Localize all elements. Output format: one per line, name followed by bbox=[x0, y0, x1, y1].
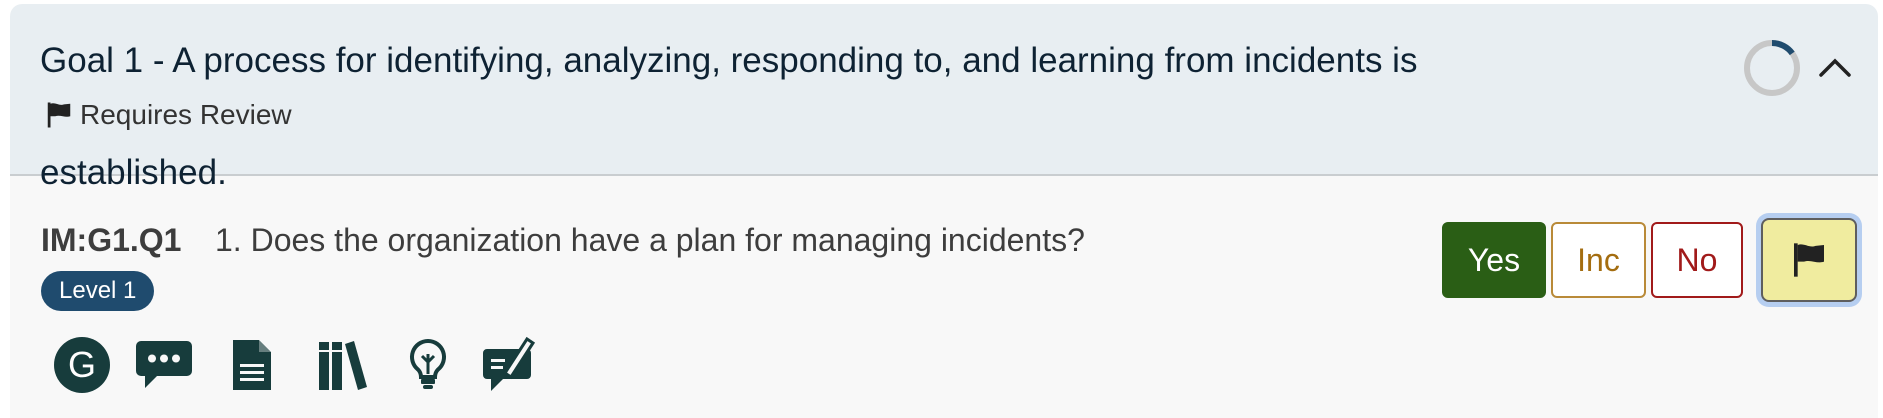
goal-title: Goal 1 - A process for identifying, anal… bbox=[40, 34, 1490, 200]
document-icon bbox=[233, 340, 271, 390]
question-text: 1. Does the organization have a plan for… bbox=[215, 222, 1085, 258]
guidance-icon: G bbox=[54, 337, 110, 393]
requires-review-label: Requires Review bbox=[80, 99, 292, 130]
flag-icon bbox=[1794, 243, 1824, 277]
flag-icon bbox=[47, 102, 71, 128]
goal-title-continued: established. bbox=[40, 153, 227, 192]
level-badge: Level 1 bbox=[41, 271, 155, 311]
review-notes-icon bbox=[483, 336, 536, 391]
collapse-button[interactable] bbox=[1810, 42, 1860, 92]
answer-inc-button[interactable]: Inc bbox=[1551, 222, 1646, 298]
guidance-letter: G bbox=[68, 344, 96, 385]
documents-button[interactable] bbox=[228, 332, 276, 398]
progress-ring bbox=[1744, 40, 1800, 96]
comments-button[interactable] bbox=[134, 332, 194, 398]
references-button[interactable] bbox=[314, 332, 372, 398]
goal-card: Goal 1 - A process for identifying, anal… bbox=[10, 4, 1878, 418]
observations-button[interactable] bbox=[404, 332, 452, 398]
question-id: IM:G1.Q1 bbox=[41, 222, 182, 258]
goal-header[interactable]: Goal 1 - A process for identifying, anal… bbox=[10, 4, 1878, 192]
comments-icon bbox=[136, 341, 192, 388]
answer-yes-button[interactable]: Yes bbox=[1442, 222, 1546, 298]
review-notes-button[interactable] bbox=[482, 332, 538, 398]
goal-title-text: Goal 1 - A process for identifying, anal… bbox=[40, 41, 1418, 80]
flag-for-review-button[interactable] bbox=[1761, 218, 1857, 302]
references-icon bbox=[319, 341, 367, 390]
chevron-up-icon bbox=[1819, 58, 1851, 77]
answer-no-button[interactable]: No bbox=[1651, 222, 1743, 298]
question-toolbar: G bbox=[10, 332, 610, 402]
guidance-button[interactable]: G bbox=[52, 332, 112, 398]
requires-review-indicator[interactable]: Requires Review bbox=[44, 88, 292, 142]
observations-icon bbox=[410, 338, 446, 389]
